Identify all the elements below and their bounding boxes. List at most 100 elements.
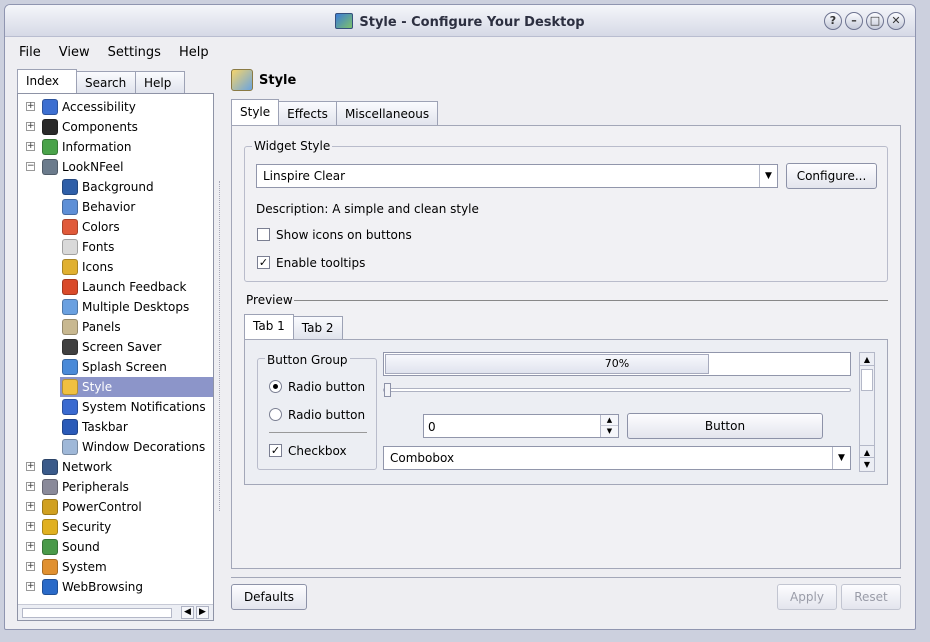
- tree-item-label: Taskbar: [82, 420, 128, 434]
- tree-item-window-decorations[interactable]: Window Decorations: [18, 437, 213, 457]
- tree-item-label: LookNFeel: [62, 160, 124, 174]
- tree-item-powercontrol[interactable]: + PowerControl: [18, 497, 213, 517]
- expand-icon[interactable]: +: [26, 562, 35, 571]
- tab-search[interactable]: Search: [76, 71, 136, 94]
- expand-icon[interactable]: +: [26, 482, 35, 491]
- tree-item-colors[interactable]: Colors: [18, 217, 213, 237]
- tree-item-splash-screen[interactable]: Splash Screen: [18, 357, 213, 377]
- tree-item-looknfeel[interactable]: − LookNFeel: [18, 157, 213, 177]
- chevron-down-icon[interactable]: ▼: [759, 165, 777, 187]
- close-button[interactable]: ✕: [887, 12, 905, 30]
- preview-tab-2[interactable]: Tab 2: [292, 316, 343, 339]
- preview-slider[interactable]: [383, 383, 851, 397]
- expand-icon[interactable]: +: [26, 142, 35, 151]
- expand-icon[interactable]: +: [26, 542, 35, 551]
- spin-up-icon[interactable]: ▲: [600, 415, 618, 426]
- preview-combobox[interactable]: Combobox ▼: [383, 446, 851, 470]
- splitter[interactable]: [219, 181, 220, 511]
- tree-item-screen-saver[interactable]: Screen Saver: [18, 337, 213, 357]
- style-description: Description: A simple and clean style: [256, 202, 479, 216]
- combobox-value: Combobox: [390, 451, 455, 465]
- scroll-thumb[interactable]: [861, 369, 873, 391]
- tree-item-multiple-desktops[interactable]: Multiple Desktops: [18, 297, 213, 317]
- tree-item-label: Components: [62, 120, 138, 134]
- tree-item-fonts[interactable]: Fonts: [18, 237, 213, 257]
- accessibility-icon: [42, 99, 58, 115]
- style-panel: Widget Style Linspire Clear ▼ Configure.…: [231, 125, 901, 569]
- preview-radio-2[interactable]: [269, 408, 282, 421]
- preview-checkbox[interactable]: ✓: [269, 444, 282, 457]
- tree-item-taskbar[interactable]: Taskbar: [18, 417, 213, 437]
- tree-item-background[interactable]: Background: [18, 177, 213, 197]
- tree-item-sound[interactable]: + Sound: [18, 537, 213, 557]
- show-icons-checkbox[interactable]: [257, 228, 270, 241]
- scroll-right-arrow-icon[interactable]: ▶: [196, 606, 209, 619]
- preview-radio-2-label[interactable]: Radio button: [288, 408, 365, 422]
- menu-help[interactable]: Help: [179, 45, 209, 60]
- expand-icon[interactable]: +: [26, 462, 35, 471]
- scroll-left-arrow-icon[interactable]: ◀: [181, 606, 194, 619]
- reset-button[interactable]: Reset: [841, 584, 901, 610]
- tree-horizontal-scrollbar[interactable]: ◀ ▶: [18, 604, 213, 620]
- tree-item-webbrowsing[interactable]: + WebBrowsing: [18, 577, 213, 597]
- tree-item-peripherals[interactable]: + Peripherals: [18, 477, 213, 497]
- tree-item-components[interactable]: + Components: [18, 117, 213, 137]
- apply-button[interactable]: Apply: [777, 584, 837, 610]
- tree-item-behavior[interactable]: Behavior: [18, 197, 213, 217]
- tree-item-accessibility[interactable]: + Accessibility: [18, 97, 213, 117]
- preview-checkbox-label[interactable]: Checkbox: [288, 444, 347, 458]
- tab-miscellaneous[interactable]: Miscellaneous: [335, 101, 439, 126]
- enable-tooltips-checkbox[interactable]: ✓: [257, 256, 270, 269]
- network-icon: [42, 459, 58, 475]
- expand-icon[interactable]: +: [26, 582, 35, 591]
- tree-item-style[interactable]: Style: [18, 377, 213, 397]
- tree-item-panels[interactable]: Panels: [18, 317, 213, 337]
- expand-icon[interactable]: +: [26, 122, 35, 131]
- expand-icon[interactable]: +: [26, 102, 35, 111]
- slider-handle[interactable]: [384, 383, 391, 397]
- tree-item-label: PowerControl: [62, 500, 142, 514]
- tab-style[interactable]: Style: [231, 99, 280, 126]
- expand-icon[interactable]: +: [26, 522, 35, 531]
- scroll-down-icon[interactable]: ▼: [860, 458, 874, 471]
- scroll-up-icon[interactable]: ▲: [860, 353, 874, 366]
- fonts-icon: [62, 239, 78, 255]
- title-bar[interactable]: Style - Configure Your Desktop ? – □ ✕: [5, 5, 915, 37]
- preview-spinbox[interactable]: 0 ▲ ▼: [423, 414, 619, 438]
- spin-down-icon[interactable]: ▼: [600, 426, 618, 437]
- help-button[interactable]: ?: [824, 12, 842, 30]
- expand-icon[interactable]: +: [26, 502, 35, 511]
- tab-index[interactable]: Index: [17, 69, 77, 94]
- preview-radio-1-label[interactable]: Radio button: [288, 380, 365, 394]
- scroll-up-icon[interactable]: ▲: [860, 445, 874, 458]
- widget-style-combo[interactable]: Linspire Clear ▼: [256, 164, 778, 188]
- collapse-icon[interactable]: −: [26, 162, 35, 171]
- maximize-button[interactable]: □: [866, 12, 884, 30]
- tab-help[interactable]: Help: [135, 71, 185, 94]
- scroll-track[interactable]: [22, 608, 172, 618]
- tree-item-information[interactable]: + Information: [18, 137, 213, 157]
- tree-item-system-notifications[interactable]: System Notifications: [18, 397, 213, 417]
- tree-item-icons[interactable]: Icons: [18, 257, 213, 277]
- tree-item-system[interactable]: + System: [18, 557, 213, 577]
- show-icons-label[interactable]: Show icons on buttons: [276, 228, 412, 242]
- preview-tab-1[interactable]: Tab 1: [244, 314, 294, 339]
- menu-settings[interactable]: Settings: [108, 45, 161, 60]
- preview-vertical-scrollbar[interactable]: ▲ ▲ ▼: [859, 352, 875, 472]
- minimize-button[interactable]: –: [845, 12, 863, 30]
- configure-button[interactable]: Configure...: [786, 163, 877, 189]
- progress-text: 70%: [604, 357, 630, 370]
- tree-item-security[interactable]: + Security: [18, 517, 213, 537]
- tree-item-network[interactable]: + Network: [18, 457, 213, 477]
- defaults-button[interactable]: Defaults: [231, 584, 307, 610]
- tree-item-label: Colors: [82, 220, 120, 234]
- tab-effects[interactable]: Effects: [278, 101, 337, 126]
- information-icon: [42, 139, 58, 155]
- preview-button[interactable]: Button: [627, 413, 823, 439]
- tree-item-launch-feedback[interactable]: Launch Feedback: [18, 277, 213, 297]
- preview-radio-1[interactable]: [269, 380, 282, 393]
- menu-view[interactable]: View: [59, 45, 90, 60]
- chevron-down-icon[interactable]: ▼: [832, 447, 850, 469]
- menu-file[interactable]: File: [19, 45, 41, 60]
- enable-tooltips-label[interactable]: Enable tooltips: [276, 256, 365, 270]
